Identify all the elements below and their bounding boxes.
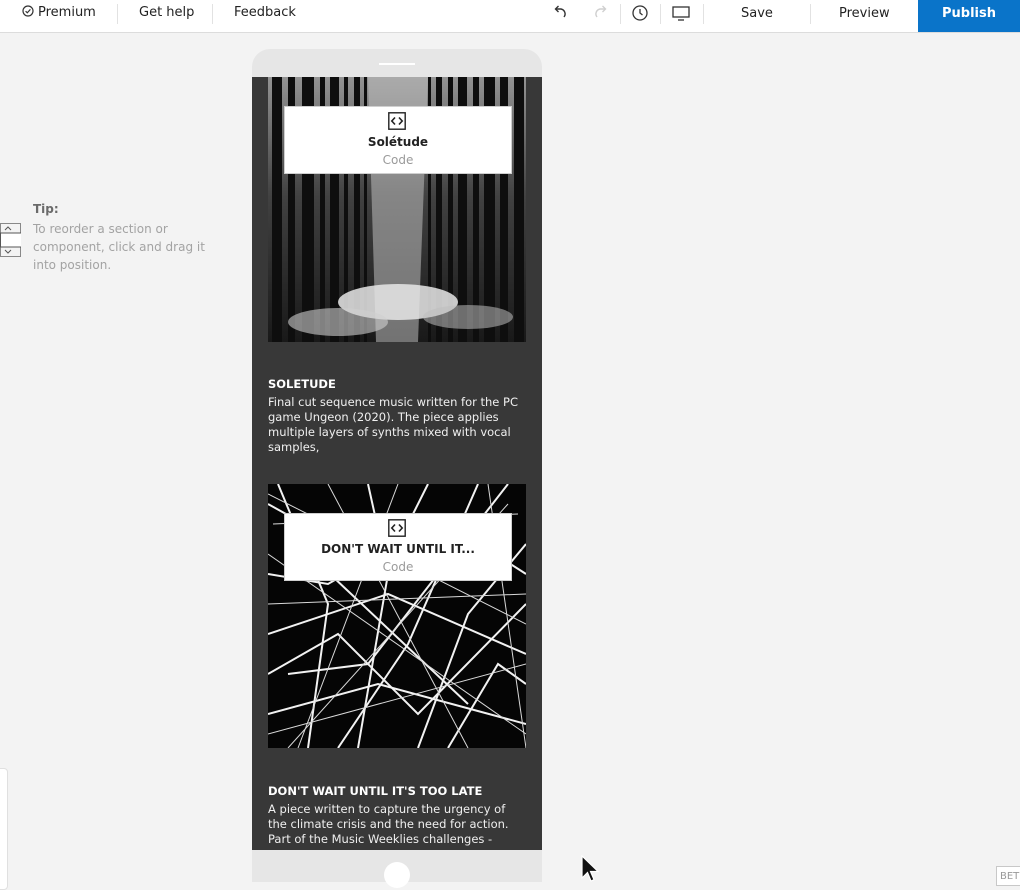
code-card-subtitle: Code: [382, 560, 414, 574]
section-title: DON'T WAIT UNTIL IT'S TOO LATE: [268, 784, 483, 798]
preview-button[interactable]: Preview: [839, 0, 890, 32]
divider: [703, 4, 704, 24]
undo-icon[interactable]: [550, 3, 570, 23]
phone-preview[interactable]: Solétude Code SOLETUDE Final cut sequenc…: [252, 77, 542, 850]
save-button[interactable]: Save: [741, 0, 773, 32]
phone-home-button: [384, 862, 410, 888]
phone-frame-bottom: [252, 850, 542, 888]
phone-notch: [379, 63, 415, 65]
redo-icon[interactable]: [591, 3, 611, 23]
code-card-subtitle: Code: [382, 153, 414, 167]
code-embed-icon: [388, 519, 406, 537]
divider: [810, 4, 811, 24]
reorder-handle-icon: [0, 223, 21, 257]
section-body: Final cut sequence music written for the…: [268, 395, 518, 454]
code-embed-card[interactable]: DON'T WAIT UNTIL IT... Code: [284, 513, 512, 581]
divider: [620, 4, 621, 24]
beta-badge[interactable]: BET: [996, 866, 1020, 886]
desktop-view-icon[interactable]: [671, 3, 691, 23]
mouse-cursor-icon: [581, 855, 600, 882]
side-panel-edge[interactable]: [0, 768, 8, 890]
get-help-link[interactable]: Get help: [139, 0, 194, 32]
code-card-title: DON'T WAIT UNTIL IT...: [321, 542, 475, 556]
divider: [117, 4, 118, 24]
tip-title: Tip:: [33, 202, 59, 216]
publish-button[interactable]: Publish: [918, 0, 1020, 32]
section-body: A piece written to capture the urgency o…: [268, 802, 509, 846]
divider: [660, 4, 661, 24]
section-title: SOLETUDE: [268, 377, 336, 391]
code-embed-card[interactable]: Solétude Code: [284, 106, 512, 174]
divider: [212, 4, 213, 24]
premium-label: Premium: [38, 5, 96, 20]
feedback-link[interactable]: Feedback: [234, 0, 296, 32]
code-card-title: Solétude: [367, 135, 429, 149]
history-icon[interactable]: [630, 3, 650, 23]
top-toolbar: Premium Get help Feedback Save Preview P…: [0, 0, 1020, 33]
tip-text: To reorder a section or component, click…: [33, 222, 205, 272]
premium-check-icon: [22, 5, 34, 17]
code-embed-icon: [388, 112, 406, 130]
phone-frame-top: [252, 49, 542, 77]
premium-link[interactable]: Premium: [22, 0, 96, 32]
